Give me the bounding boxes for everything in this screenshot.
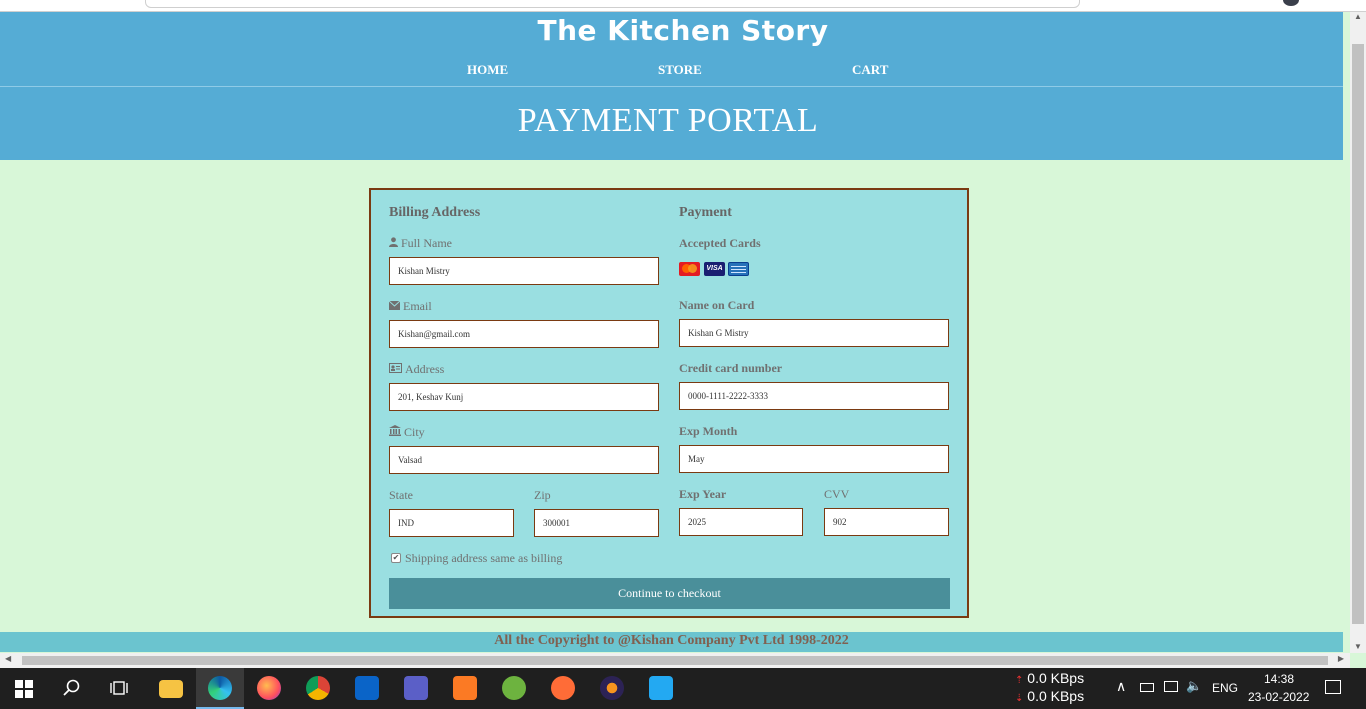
spring-tool-icon[interactable] bbox=[502, 676, 526, 700]
zip-input[interactable]: 300001 bbox=[534, 509, 659, 537]
site-title: The Kitchen Story bbox=[537, 14, 829, 47]
state-input[interactable]: IND bbox=[389, 509, 514, 537]
nav-divider bbox=[0, 86, 1343, 87]
task-view-icon[interactable] bbox=[110, 680, 128, 701]
address-bar[interactable] bbox=[145, 0, 1080, 8]
city-input[interactable]: Valsad bbox=[389, 446, 659, 474]
visa-icon: VISA bbox=[704, 262, 725, 276]
institution-icon bbox=[389, 425, 401, 439]
name-on-card-label: Name on Card bbox=[679, 298, 755, 312]
shipping-same-label: Shipping address same as billing bbox=[405, 551, 563, 565]
network-icon[interactable] bbox=[1164, 681, 1178, 692]
net-download-speed: ⇣ 0.0 KBps bbox=[1015, 688, 1085, 704]
browser-top-strip bbox=[0, 0, 1366, 12]
teams-icon[interactable] bbox=[404, 676, 428, 700]
payment-title: Payment bbox=[679, 205, 732, 220]
billing-title: Billing Address bbox=[389, 205, 481, 220]
vscode-icon[interactable] bbox=[649, 676, 673, 700]
continue-to-checkout-button[interactable]: Continue to checkout bbox=[389, 578, 950, 609]
address-input[interactable]: 201, Keshav Kunj bbox=[389, 383, 659, 411]
windows-taskbar: ⇡ 0.0 KBps ⇣ 0.0 KBps ∧ 🔈 ENG 14:38 23-0… bbox=[0, 668, 1366, 709]
city-label: City bbox=[389, 425, 425, 440]
xampp-icon[interactable] bbox=[453, 676, 477, 700]
exp-year-input[interactable]: 2025 bbox=[679, 508, 803, 536]
clock-time[interactable]: 14:38 bbox=[1264, 672, 1294, 686]
profile-avatar[interactable] bbox=[1283, 0, 1299, 6]
vertical-scrollbar[interactable]: ▲ ▼ bbox=[1350, 12, 1366, 653]
net-upload-speed: ⇡ 0.0 KBps bbox=[1015, 670, 1085, 686]
email-input[interactable]: Kishan@gmail.com bbox=[389, 320, 659, 348]
checkout-form: Billing Address Full Name Kishan Mistry … bbox=[369, 188, 969, 618]
envelope-icon bbox=[388, 300, 401, 313]
horizontal-scrollbar[interactable]: ◀ ▶ bbox=[0, 653, 1350, 668]
horizontal-scroll-thumb[interactable] bbox=[22, 656, 1328, 665]
site-header: The Kitchen Story HOME STORE CART PAYMEN… bbox=[0, 12, 1343, 160]
clock-date[interactable]: 23-02-2022 bbox=[1248, 690, 1309, 704]
chrome-icon[interactable] bbox=[306, 676, 330, 700]
scroll-right-arrow-icon[interactable]: ▶ bbox=[1338, 654, 1344, 663]
page-title: PAYMENT PORTAL bbox=[517, 102, 819, 139]
amex-icon bbox=[728, 262, 749, 276]
language-indicator[interactable]: ENG bbox=[1212, 681, 1238, 695]
accepted-cards-label: Accepted Cards bbox=[679, 236, 761, 250]
file-explorer-icon[interactable] bbox=[159, 680, 183, 698]
card-number-label: Credit card number bbox=[679, 361, 783, 375]
nav-home-link[interactable]: HOME bbox=[467, 62, 508, 78]
full-name-input[interactable]: Kishan Mistry bbox=[389, 257, 659, 285]
name-on-card-input[interactable]: Kishan G Mistry bbox=[679, 319, 949, 347]
nav-store-link[interactable]: STORE bbox=[658, 62, 702, 78]
email-label: Email bbox=[388, 299, 432, 314]
windows-start-icon[interactable] bbox=[15, 680, 33, 698]
shipping-same-checkbox[interactable]: ✔ bbox=[391, 553, 401, 563]
city-label-text: City bbox=[404, 425, 425, 439]
full-name-label-text: Full Name bbox=[401, 236, 452, 250]
nav-cart-link[interactable]: CART bbox=[852, 62, 888, 78]
state-label: State bbox=[389, 488, 413, 502]
address-label: Address bbox=[389, 362, 444, 377]
eclipse-icon[interactable] bbox=[600, 676, 624, 700]
email-label-text: Email bbox=[403, 299, 432, 313]
postman-icon[interactable] bbox=[551, 676, 575, 700]
scroll-up-arrow-icon[interactable]: ▲ bbox=[1354, 12, 1362, 21]
search-icon[interactable] bbox=[63, 679, 81, 702]
scroll-down-arrow-icon[interactable]: ▼ bbox=[1354, 642, 1362, 651]
mastercard-icon bbox=[679, 262, 700, 276]
cvv-label: CVV bbox=[824, 487, 850, 501]
net-download-text: 0.0 KBps bbox=[1027, 688, 1085, 704]
vertical-scroll-thumb[interactable] bbox=[1352, 44, 1364, 624]
battery-icon[interactable] bbox=[1140, 683, 1154, 692]
net-upload-text: 0.0 KBps bbox=[1027, 670, 1085, 686]
full-name-label: Full Name bbox=[389, 236, 452, 251]
card-number-input[interactable]: 0000-1111-2222-3333 bbox=[679, 382, 949, 410]
cvv-input[interactable]: 902 bbox=[824, 508, 949, 536]
volume-icon[interactable]: 🔈 bbox=[1186, 678, 1202, 694]
address-label-text: Address bbox=[405, 362, 445, 376]
outlook-icon[interactable] bbox=[355, 676, 379, 700]
zip-label: Zip bbox=[534, 488, 551, 502]
user-icon bbox=[389, 237, 398, 250]
exp-year-label: Exp Year bbox=[679, 487, 727, 501]
firefox-icon[interactable] bbox=[257, 676, 281, 700]
scroll-left-arrow-icon[interactable]: ◀ bbox=[5, 654, 11, 663]
notifications-icon[interactable] bbox=[1325, 680, 1341, 694]
exp-month-label: Exp Month bbox=[679, 424, 738, 438]
footer-copyright: All the Copyright to @Kishan Company Pvt… bbox=[0, 632, 1343, 652]
main-nav: HOME STORE CART bbox=[0, 62, 1343, 82]
edge-browser-icon[interactable] bbox=[208, 676, 232, 700]
exp-month-input[interactable]: May bbox=[679, 445, 949, 473]
show-hidden-icons-chevron-icon[interactable]: ∧ bbox=[1116, 678, 1126, 695]
address-card-icon bbox=[389, 363, 402, 376]
